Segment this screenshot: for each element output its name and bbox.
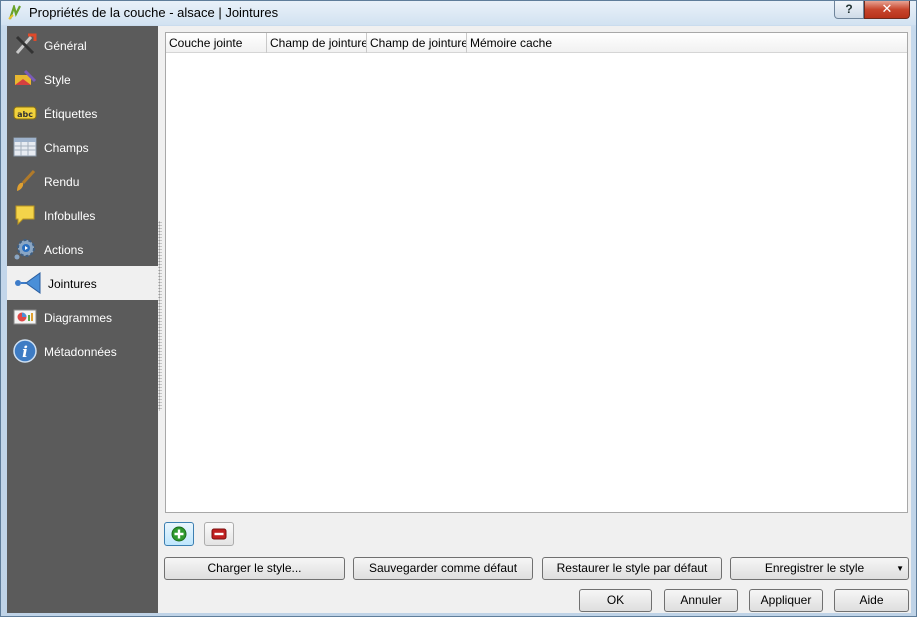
minus-icon [211, 528, 227, 540]
sidebar-item-rendering[interactable]: Rendu [7, 164, 158, 198]
sidebar-item-label: Champs [44, 141, 89, 155]
sidebar-item-joins[interactable]: Jointures [7, 266, 158, 300]
column-header[interactable]: Champ de jointure source [367, 33, 467, 53]
sidebar-splitter-handle[interactable] [158, 221, 162, 411]
fields-table-icon [13, 137, 37, 157]
style-brush-icon [15, 69, 37, 85]
layer-properties-dialog: Propriétés de la couche - alsace | Joint… [0, 0, 917, 617]
save-style-label: Enregistrer le style [764, 561, 865, 575]
sidebar-item-diagrams[interactable]: Diagrammes [7, 300, 158, 334]
general-tools-icon [15, 33, 37, 55]
column-header[interactable]: Couche jointe [166, 33, 267, 53]
apply-button[interactable]: Appliquer [749, 589, 823, 612]
sidebar-item-label: Actions [44, 243, 84, 257]
rendering-brush-icon [17, 169, 36, 191]
joins-icon [15, 272, 41, 294]
dialog-body: Général Style abc Étiquettes Champs Rend… [7, 26, 911, 613]
save-style-button[interactable]: Enregistrer le style ▼ [730, 557, 909, 580]
help-title-button[interactable]: ? [834, 1, 864, 19]
tooltip-bubble-icon [15, 205, 35, 226]
sidebar-item-label: Infobulles [44, 209, 96, 223]
svg-text:abc: abc [17, 110, 33, 119]
table-header: Couche jointe Champ de jointure cible Ch… [166, 33, 907, 53]
remove-join-button[interactable] [204, 522, 234, 546]
cancel-button[interactable]: Annuler [664, 589, 738, 612]
load-style-button[interactable]: Charger le style... [164, 557, 345, 580]
window-title: Propriétés de la couche - alsace | Joint… [29, 5, 279, 20]
joins-table[interactable]: Couche jointe Champ de jointure cible Ch… [165, 32, 908, 513]
sidebar-item-general[interactable]: Général [7, 28, 158, 62]
diagrams-icon [13, 309, 37, 325]
add-join-button[interactable] [164, 522, 194, 546]
sidebar-item-style[interactable]: Style [7, 62, 158, 96]
actions-gear-icon [14, 239, 35, 260]
sidebar-item-labels[interactable]: abc Étiquettes [7, 96, 158, 130]
column-header[interactable]: Champ de jointure cible [267, 33, 367, 53]
column-header[interactable]: Mémoire cache [467, 33, 907, 53]
qgis-app-icon [8, 5, 21, 20]
svg-text:i: i [22, 343, 28, 361]
sidebar-item-metadata[interactable]: i Métadonnées [7, 334, 158, 368]
sidebar-item-tooltips[interactable]: Infobulles [7, 198, 158, 232]
sidebar-item-label: Diagrammes [44, 311, 113, 325]
close-button[interactable]: ✕ [864, 1, 910, 19]
restore-default-style-button[interactable]: Restaurer le style par défaut [542, 557, 722, 580]
sidebar-item-label: Style [44, 73, 71, 87]
sidebar-item-label: Étiquettes [44, 107, 98, 121]
save-as-default-button[interactable]: Sauvegarder comme défaut [353, 557, 533, 580]
metadata-info-icon: i [13, 339, 37, 363]
sidebar-item-label: Rendu [44, 175, 80, 189]
title-bar[interactable]: Propriétés de la couche - alsace | Joint… [1, 1, 916, 25]
sidebar-item-label: Général [44, 39, 87, 53]
sidebar-item-fields[interactable]: Champs [7, 130, 158, 164]
help-button[interactable]: Aide [834, 589, 909, 612]
sidebar-item-label: Métadonnées [44, 345, 117, 359]
labels-abc-icon: abc [13, 106, 37, 120]
sidebar-item-actions[interactable]: Actions [7, 232, 158, 266]
ok-button[interactable]: OK [579, 589, 652, 612]
plus-icon [171, 526, 187, 542]
sidebar: Général Style abc Étiquettes Champs Rend… [7, 26, 158, 613]
dropdown-arrow-icon: ▼ [896, 564, 904, 573]
sidebar-item-label: Jointures [48, 277, 97, 291]
